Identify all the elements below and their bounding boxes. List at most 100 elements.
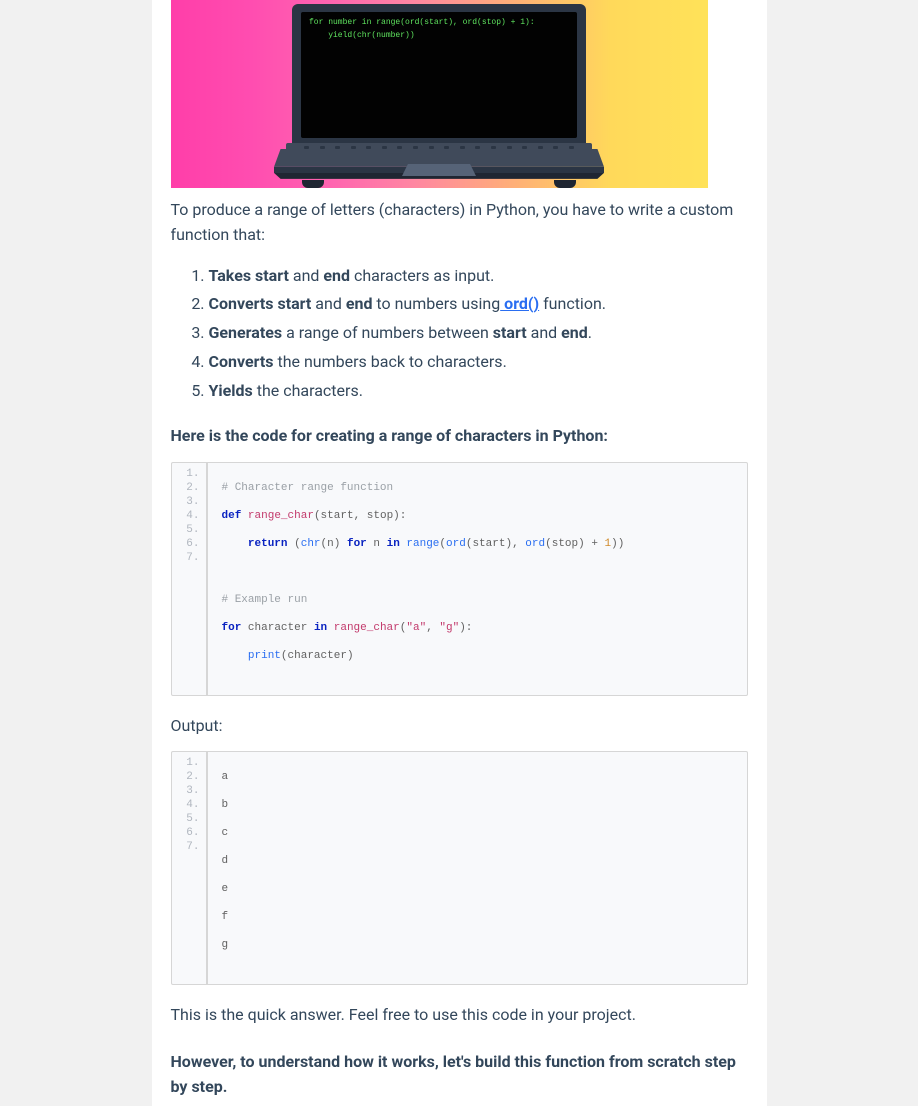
tok-sp bbox=[327, 622, 334, 634]
laptop-illustration: for number in range(ord(start), ord(stop… bbox=[269, 0, 609, 188]
code-line: # Character range function bbox=[222, 481, 625, 495]
page-container: for number in range(ord(start), ord(stop… bbox=[0, 0, 918, 1106]
quick-answer-paragraph: This is the quick answer. Feel free to u… bbox=[171, 1003, 748, 1028]
tok-comment: # Character range function bbox=[222, 482, 394, 494]
tok-punct: ( bbox=[294, 538, 301, 550]
step-bold: Takes start bbox=[209, 266, 289, 285]
laptop-screen: for number in range(ord(start), ord(stop… bbox=[301, 12, 577, 138]
tok-keyword: for bbox=[222, 622, 242, 634]
step-bold: Converts bbox=[209, 352, 274, 371]
step-text: to numbers using bbox=[372, 294, 500, 313]
line-number: 6. bbox=[172, 537, 200, 551]
tok-keyword: for bbox=[347, 538, 367, 550]
code-block-output: 1. 2. 3. 4. 5. 6. 7. a b c d e f g bbox=[171, 751, 748, 985]
line-number: 4. bbox=[172, 798, 200, 812]
tok-punct: , bbox=[426, 622, 439, 634]
tok-punct: , bbox=[354, 510, 367, 522]
tok-punct: ): bbox=[459, 622, 472, 634]
tok-keyword: def bbox=[222, 510, 242, 522]
step-text: and bbox=[289, 266, 324, 285]
tok-ident: start bbox=[321, 510, 354, 522]
tok-keyword: in bbox=[387, 538, 400, 550]
line-number: 1. bbox=[172, 756, 200, 770]
step-text: and bbox=[527, 323, 562, 342]
hero-code-line-1: for number in range(ord(start), ord(stop… bbox=[309, 16, 569, 29]
line-number: 5. bbox=[172, 812, 200, 826]
step-text: characters as input. bbox=[350, 266, 494, 285]
build-from-scratch-heading: However, to understand how it works, let… bbox=[171, 1050, 748, 1100]
tok-string: "a" bbox=[406, 622, 426, 634]
output-line: g bbox=[222, 938, 275, 952]
step-text: function. bbox=[539, 294, 606, 313]
step-text: . bbox=[588, 323, 592, 342]
hero-image: for number in range(ord(start), ord(stop… bbox=[171, 0, 708, 188]
article-content: for number in range(ord(start), ord(stop… bbox=[171, 0, 748, 1100]
tok-sp bbox=[598, 538, 605, 550]
tok-string: "g" bbox=[439, 622, 459, 634]
code-lines: a b c d e f g bbox=[208, 752, 275, 984]
line-number: 2. bbox=[172, 770, 200, 784]
line-number: 3. bbox=[172, 495, 200, 509]
output-label: Output: bbox=[171, 714, 748, 739]
tok-punct: ) bbox=[578, 538, 591, 550]
step-text: a range of numbers between bbox=[282, 323, 493, 342]
code-line: for character in range_char("a", "g"): bbox=[222, 621, 625, 635]
line-number: 5. bbox=[172, 523, 200, 537]
output-line: e bbox=[222, 882, 275, 896]
tok-ident: stop bbox=[367, 510, 393, 522]
tok-builtin: ord bbox=[525, 538, 545, 550]
output-line: a bbox=[222, 770, 275, 784]
tok-ident: start bbox=[472, 538, 505, 550]
tok-punct: ), bbox=[505, 538, 525, 550]
code-heading: Here is the code for creating a range of… bbox=[171, 424, 748, 449]
code-line: # Example run bbox=[222, 593, 625, 607]
article-card: for number in range(ord(start), ord(stop… bbox=[152, 0, 767, 1106]
tok-indent bbox=[222, 538, 248, 550]
step-bold: end bbox=[561, 323, 588, 342]
output-line: b bbox=[222, 798, 275, 812]
code-lines: # Character range function def range_cha… bbox=[208, 463, 625, 695]
code-gutter: 1. 2. 3. 4. 5. 6. 7. bbox=[172, 752, 208, 984]
line-number: 3. bbox=[172, 784, 200, 798]
step-bold: end bbox=[323, 266, 350, 285]
line-number: 4. bbox=[172, 509, 200, 523]
code-line: return (chr(n) for n in range(ord(start)… bbox=[222, 537, 625, 551]
output-line: d bbox=[222, 854, 275, 868]
step-item-4: Converts the numbers back to characters. bbox=[209, 348, 748, 377]
tok-ident: n bbox=[367, 538, 387, 550]
step-text: the numbers back to characters. bbox=[274, 352, 507, 371]
tok-function-name: range_char bbox=[248, 510, 314, 522]
laptop-keyboard-deck bbox=[274, 149, 604, 182]
code-block-function: 1. 2. 3. 4. 5. 6. 7. # Character range f… bbox=[171, 462, 748, 696]
step-item-2: Converts start and end to numbers using … bbox=[209, 290, 748, 319]
tok-keyword: in bbox=[314, 622, 327, 634]
line-number: 7. bbox=[172, 551, 200, 565]
tok-punct: ( bbox=[281, 650, 288, 662]
tok-comment: # Example run bbox=[222, 594, 308, 606]
tok-punct: ): bbox=[393, 510, 406, 522]
tok-ident: character bbox=[241, 622, 314, 634]
code-gutter: 1. 2. 3. 4. 5. 6. 7. bbox=[172, 463, 208, 695]
tok-op: + bbox=[591, 538, 598, 550]
tok-ident: character bbox=[288, 650, 347, 662]
line-number: 1. bbox=[172, 467, 200, 481]
hero-code-line-2: yield(chr(number)) bbox=[309, 29, 569, 42]
step-text: the characters. bbox=[253, 381, 363, 400]
tok-builtin: range bbox=[406, 538, 439, 550]
tok-punct: ( bbox=[545, 538, 552, 550]
step-item-1: Takes start and end characters as input. bbox=[209, 262, 748, 291]
line-number: 2. bbox=[172, 481, 200, 495]
steps-list: Takes start and end characters as input.… bbox=[171, 262, 748, 406]
step-bold: end bbox=[346, 294, 373, 313]
tok-builtin: print bbox=[248, 650, 281, 662]
tok-punct: ) bbox=[347, 650, 354, 662]
code-line: def range_char(start, stop): bbox=[222, 509, 625, 523]
tok-builtin: ord bbox=[446, 538, 466, 550]
step-text: and bbox=[311, 294, 346, 313]
step-bold: start bbox=[493, 323, 527, 342]
code-line: print(character) bbox=[222, 649, 625, 663]
tok-indent bbox=[222, 650, 248, 662]
laptop-trackpad bbox=[402, 164, 476, 176]
ord-link[interactable]: ord() bbox=[500, 294, 539, 313]
step-item-3: Generates a range of numbers between sta… bbox=[209, 319, 748, 348]
